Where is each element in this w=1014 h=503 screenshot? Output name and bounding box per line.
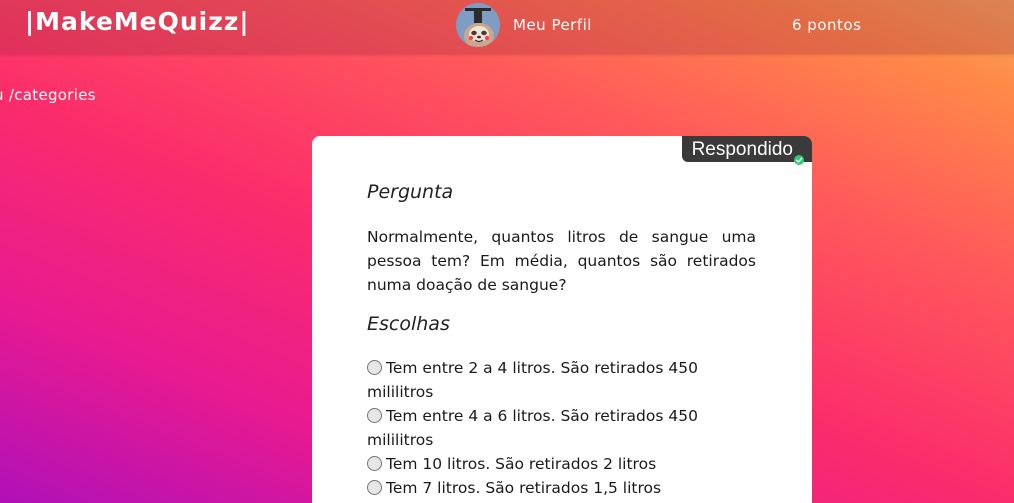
breadcrumb[interactable]: u /categories — [0, 86, 96, 104]
top-navbar: |MakeMeQuizz| Meu Perfil 6 pontos — [0, 0, 1014, 54]
brand-logo[interactable]: |MakeMeQuizz| — [25, 7, 249, 36]
radio-button[interactable] — [367, 360, 382, 375]
choice-item[interactable]: Tem 7 litros. São retirados 1,5 litros — [367, 476, 727, 500]
status-label: Respondido — [691, 138, 793, 160]
choice-item[interactable]: Tem 10 litros. São retirados 2 litros — [367, 452, 727, 476]
choices-list: Tem entre 2 a 4 litros. São retirados 45… — [367, 356, 727, 500]
question-heading: Pergunta — [367, 181, 454, 203]
radio-button[interactable] — [367, 456, 382, 471]
status-badge: Respondido — [681, 136, 812, 165]
check-icon — [794, 146, 804, 165]
choice-label[interactable]: Tem entre 2 a 4 litros. São retirados 45… — [367, 359, 698, 401]
choice-label[interactable]: Tem entre 4 a 6 litros. São retirados 45… — [367, 407, 698, 449]
radio-button[interactable] — [367, 480, 382, 495]
choice-label[interactable]: Tem 10 litros. São retirados 2 litros — [386, 455, 656, 473]
question-card: Respondido Pergunta Normalmente, quantos… — [312, 136, 812, 503]
choice-item[interactable]: Tem entre 2 a 4 litros. São retirados 45… — [367, 356, 727, 404]
profile-link[interactable]: Meu Perfil — [513, 16, 592, 34]
question-text: Normalmente, quantos litros de sangue um… — [367, 228, 756, 294]
sloth-avatar-icon[interactable] — [456, 3, 500, 47]
choice-label[interactable]: Tem 7 litros. São retirados 1,5 litros — [386, 479, 661, 497]
choices-heading: Escolhas — [367, 313, 450, 335]
choice-item[interactable]: Tem entre 4 a 6 litros. São retirados 45… — [367, 404, 727, 452]
points-counter: 6 pontos — [792, 16, 862, 34]
radio-button[interactable] — [367, 408, 382, 423]
